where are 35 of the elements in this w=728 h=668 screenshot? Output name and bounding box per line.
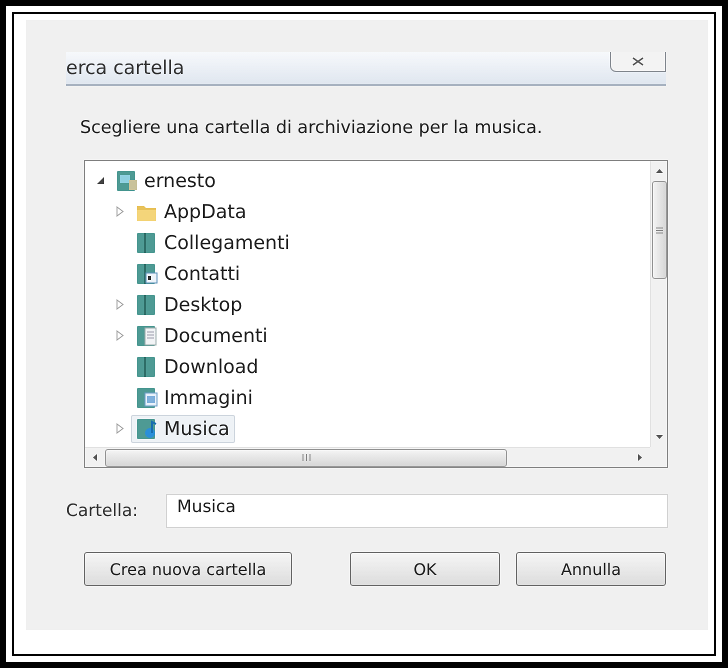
dialog-button[interactable]: Annulla: [516, 552, 666, 586]
horizontal-scrollbar[interactable]: [85, 447, 650, 467]
tree-item[interactable]: Contatti: [131, 260, 246, 288]
folder-input[interactable]: Musica: [166, 494, 668, 528]
tree-item[interactable]: Musica: [131, 414, 235, 442]
scroll-thumb[interactable]: [105, 448, 507, 466]
tree-item[interactable]: Collegamenti: [131, 228, 295, 256]
window-title: erca cartella: [66, 57, 184, 79]
tree-item[interactable]: Documenti: [131, 322, 273, 350]
tree-item[interactable]: Immagini: [131, 384, 258, 412]
folder-label: Cartella:: [66, 501, 138, 521]
dialog-button[interactable]: OK: [350, 552, 500, 586]
expanded-arrow-icon[interactable]: [96, 176, 104, 185]
music-icon: [136, 418, 158, 440]
library-icon: [136, 232, 158, 254]
instruction-text: Scegliere una cartella di archiviazione per la musica.: [80, 118, 544, 138]
expand-arrow-icon[interactable]: [116, 330, 124, 341]
pictures-icon: [136, 386, 158, 408]
contacts-icon: [136, 262, 158, 284]
close-icon: [632, 57, 644, 66]
vertical-scrollbar[interactable]: [650, 161, 667, 447]
expand-arrow-icon[interactable]: [116, 206, 124, 217]
tree-item[interactable]: ernesto: [111, 166, 221, 194]
expand-arrow-icon[interactable]: [116, 299, 124, 310]
user-folder-icon: [116, 170, 138, 192]
close-button[interactable]: [610, 52, 666, 72]
library-icon: [136, 294, 158, 316]
tree-item[interactable]: Desktop: [131, 290, 248, 318]
documents-icon: [136, 324, 158, 346]
library-icon: [136, 356, 158, 378]
scroll-thumb[interactable]: [652, 181, 666, 279]
tree-item[interactable]: AppData: [131, 198, 252, 226]
dialog-button[interactable]: Crea nuova cartella: [84, 552, 292, 586]
expand-arrow-icon[interactable]: [116, 423, 124, 434]
tree-item[interactable]: Download: [131, 352, 264, 380]
